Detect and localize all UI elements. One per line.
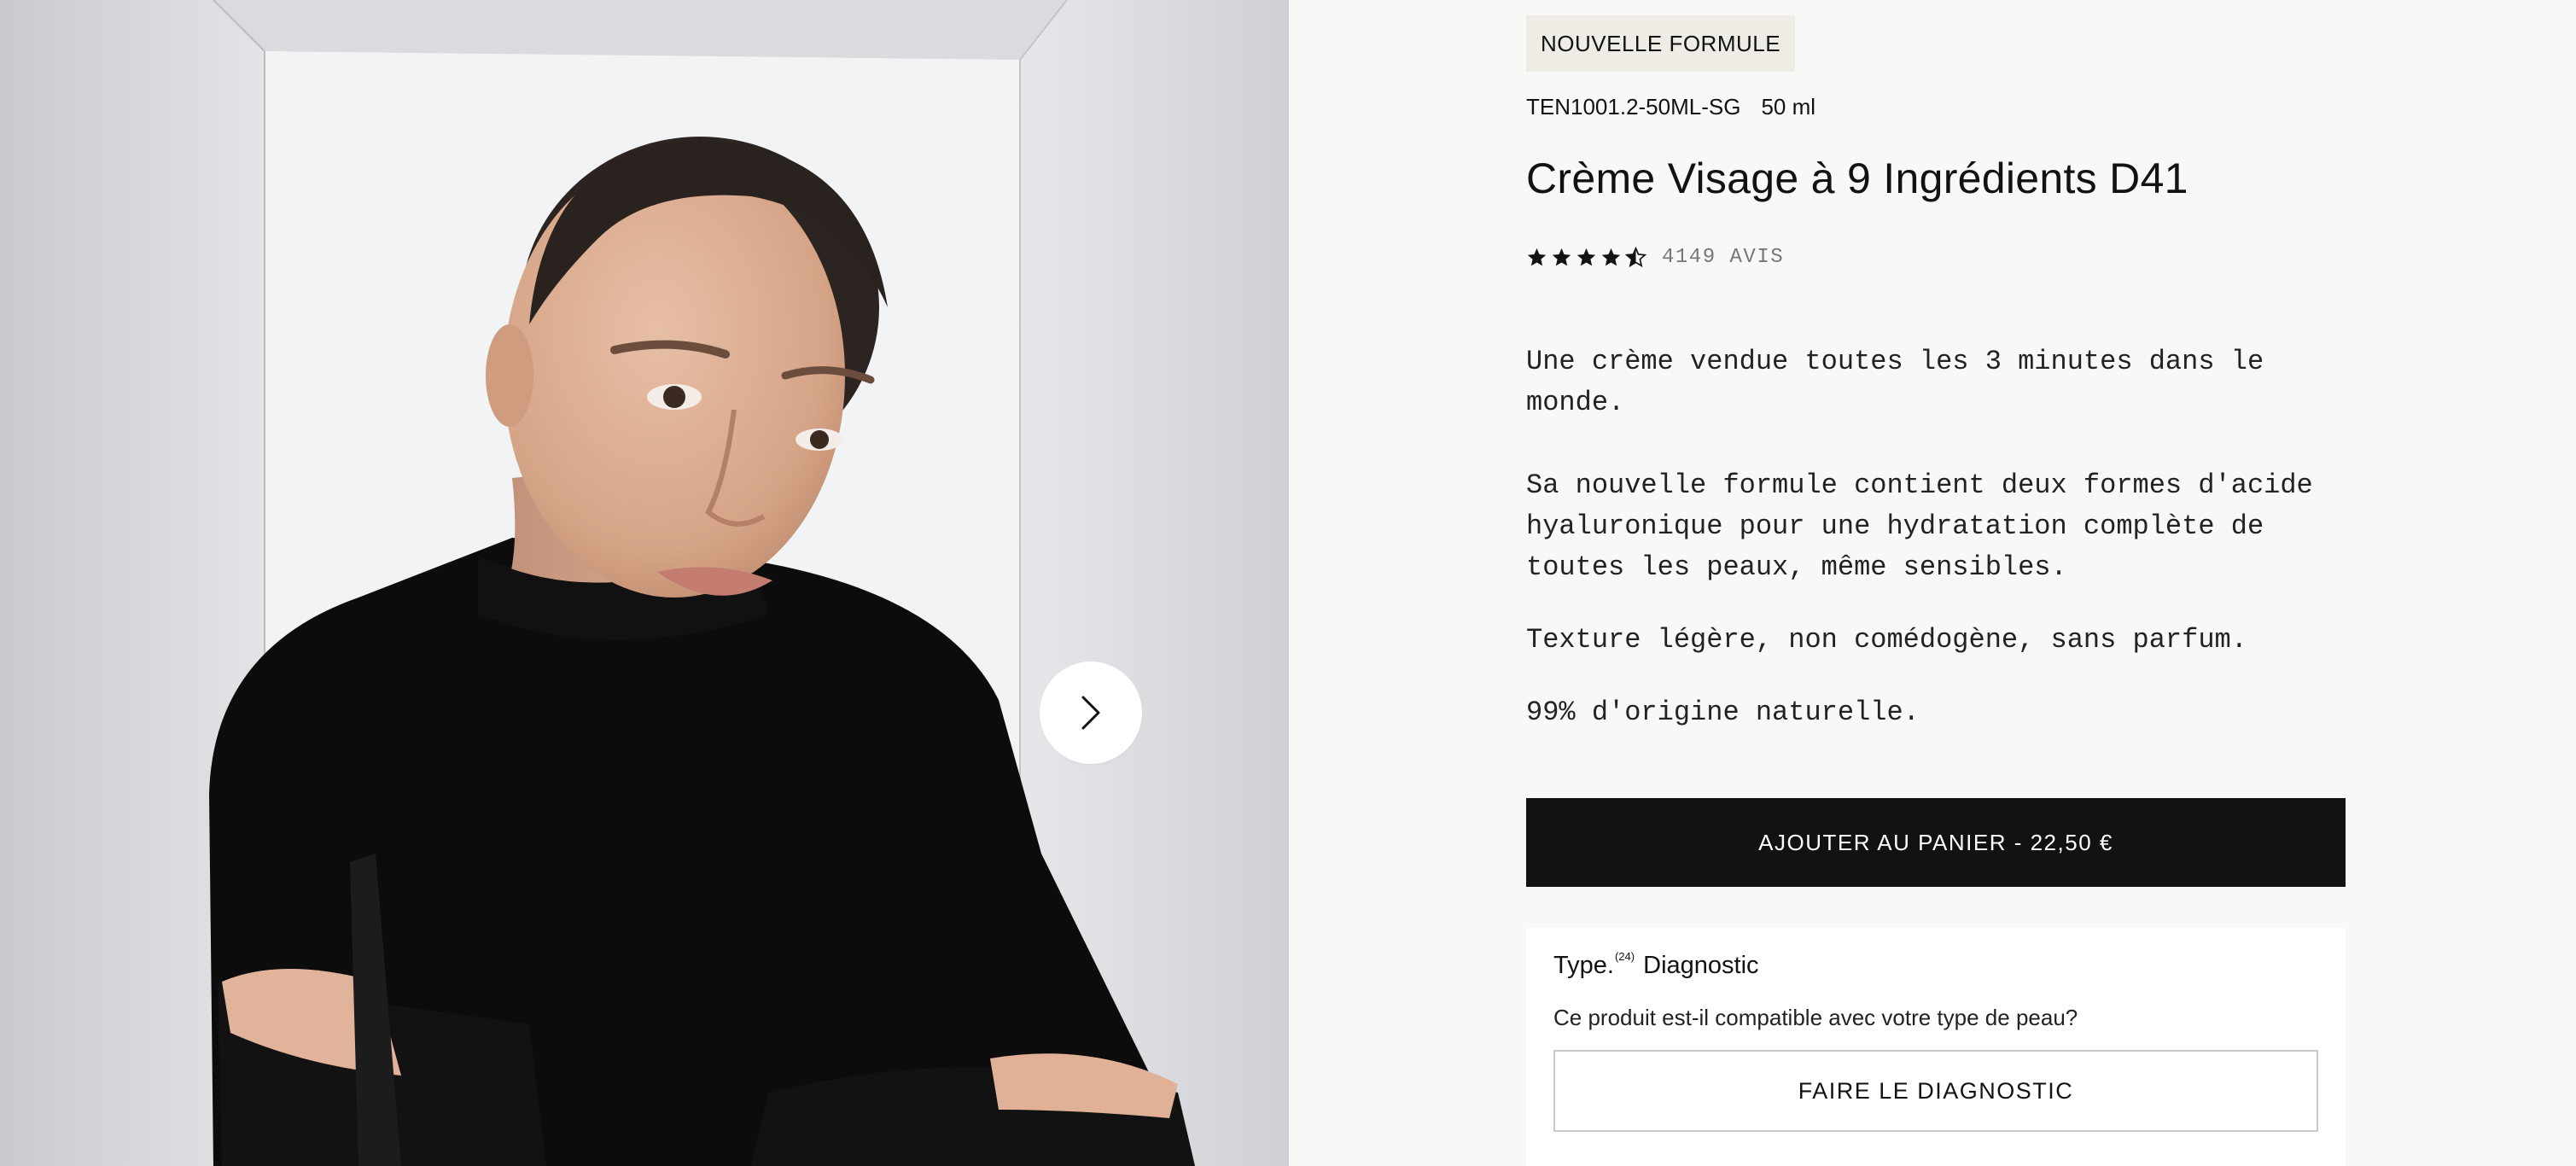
description-paragraph: Sa nouvelle formule contient deux formes… xyxy=(1526,469,2313,583)
star-full-icon xyxy=(1527,248,1547,265)
formula-badge: NOUVELLE FORMULE xyxy=(1526,15,1796,72)
sku-row: TEN1001.2-50ML-SG 50 ml xyxy=(1526,94,1815,120)
chevron-right-icon xyxy=(1081,696,1100,730)
diagnostic-question: Ce produit est-il compatible avec votre … xyxy=(1553,1005,2078,1030)
product-size: 50 ml xyxy=(1761,94,1816,120)
diagnostic-title: Type. (24) Diagnostic xyxy=(1553,950,1759,980)
diagnostic-brand: Type. xyxy=(1553,952,1614,979)
diagnostic-card: Type. (24) Diagnostic Ce produit est-il c… xyxy=(1526,928,2346,1166)
description-paragraph: Texture légère, non comédogène, sans par… xyxy=(1526,624,2247,656)
product-rating[interactable]: 4149 AVIS xyxy=(1526,244,1784,270)
rating-stars xyxy=(1526,246,1646,268)
gallery-next-button[interactable] xyxy=(1040,662,1142,764)
description-paragraph: 99% d'origine naturelle. xyxy=(1526,697,1920,728)
reviews-count[interactable]: 4149 AVIS xyxy=(1662,246,1784,269)
diagnostic-heading: Diagnostic xyxy=(1643,952,1759,979)
description-paragraph: Une crème vendue toutes les 3 minutes da… xyxy=(1526,346,2264,418)
start-diagnostic-button[interactable]: FAIRE LE DIAGNOSTIC xyxy=(1553,1050,2318,1132)
product-sku: TEN1001.2-50ML-SG xyxy=(1526,94,1741,120)
add-to-cart-button[interactable]: AJOUTER AU PANIER - 22,50 € xyxy=(1526,798,2346,887)
star-full-icon xyxy=(1552,248,1571,265)
star-half-icon xyxy=(1625,246,1646,267)
product-title: Crème Visage à 9 Ingrédients D41 xyxy=(1526,154,2188,202)
product-info-panel: NOUVELLE FORMULE TEN1001.2-50ML-SG 50 ml… xyxy=(1289,0,2576,1166)
diagnostic-brand-sup: (24) xyxy=(1614,950,1635,963)
product-photo xyxy=(0,0,1289,1166)
product-gallery xyxy=(0,0,1289,1166)
star-full-icon xyxy=(1601,248,1621,265)
star-full-icon xyxy=(1576,248,1596,265)
